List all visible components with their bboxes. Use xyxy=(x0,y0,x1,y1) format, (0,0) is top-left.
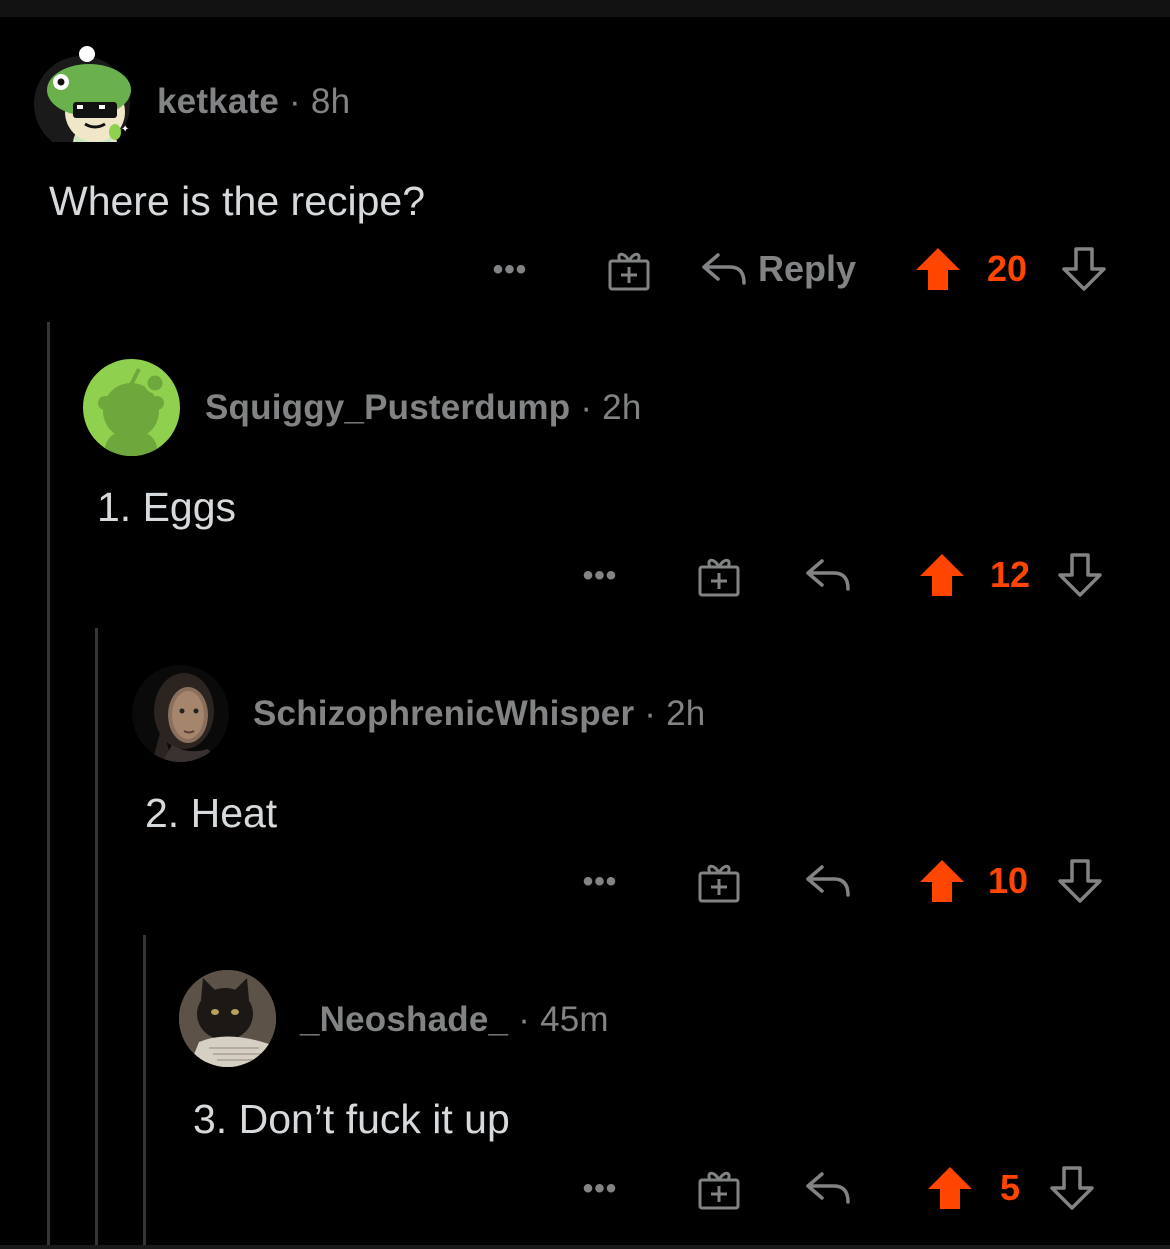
reply-arrow-icon[interactable] xyxy=(802,1165,854,1211)
gift-award-icon[interactable] xyxy=(694,858,744,906)
upvote-arrow-icon[interactable] xyxy=(916,550,968,600)
comment-body: 2. Heat xyxy=(145,790,278,836)
top-bar xyxy=(0,0,1170,17)
upvote-arrow-icon[interactable] xyxy=(912,244,964,294)
downvote-arrow-icon[interactable] xyxy=(1046,1163,1098,1213)
comment-meta: SchizophrenicWhisper · 2h xyxy=(253,694,705,734)
reply-label: Reply xyxy=(758,248,857,289)
comment-body: 3. Don’t fuck it up xyxy=(193,1096,510,1142)
gift-award-icon[interactable] xyxy=(694,552,744,600)
more-options-icon[interactable]: ••• xyxy=(486,252,534,288)
more-options-icon[interactable]: ••• xyxy=(576,558,624,594)
reply-button[interactable]: Reply xyxy=(700,244,870,294)
gift-award-icon[interactable] xyxy=(694,1165,744,1213)
timestamp: 45m xyxy=(540,1000,609,1039)
svg-text:✦: ✦ xyxy=(121,124,129,135)
username[interactable]: SchizophrenicWhisper xyxy=(253,694,634,733)
comment-meta: Squiggy_Pusterdump · 2h xyxy=(205,388,642,428)
gift-award-icon[interactable] xyxy=(604,246,654,294)
thread-line-level-1[interactable] xyxy=(47,322,50,1249)
comment-body: 1. Eggs xyxy=(97,484,237,530)
thread-line-level-3[interactable] xyxy=(143,935,146,1249)
comment-body: Where is the recipe? xyxy=(49,178,426,224)
more-options-icon[interactable]: ••• xyxy=(576,1171,624,1207)
vote-score: 5 xyxy=(1000,1167,1021,1208)
meta-separator: · xyxy=(518,1000,531,1039)
vote-score: 20 xyxy=(987,248,1028,289)
vote-score: 10 xyxy=(988,860,1029,901)
meta-separator: · xyxy=(580,388,593,427)
upvote-arrow-icon[interactable] xyxy=(916,856,968,906)
avatar[interactable] xyxy=(83,359,180,456)
avatar[interactable] xyxy=(179,970,276,1067)
meta-separator: · xyxy=(289,82,301,121)
meta-separator: · xyxy=(644,694,657,733)
timestamp: 2h xyxy=(602,388,642,427)
username[interactable]: _Neoshade_ xyxy=(300,1000,508,1039)
reply-arrow-icon[interactable] xyxy=(802,552,854,598)
bottom-bar xyxy=(0,1245,1170,1249)
username[interactable]: Squiggy_Pusterdump xyxy=(205,388,570,427)
comment-meta: ketkate · 8h xyxy=(157,82,350,122)
downvote-arrow-icon[interactable] xyxy=(1054,856,1106,906)
reply-arrow-icon xyxy=(702,253,746,285)
timestamp: 8h xyxy=(310,82,351,121)
thread-line-level-2[interactable] xyxy=(95,628,98,1249)
reply-arrow-icon[interactable] xyxy=(802,858,854,904)
vote-score: 12 xyxy=(990,554,1031,595)
timestamp: 2h xyxy=(666,694,706,733)
upvote-arrow-icon[interactable] xyxy=(924,1163,976,1213)
downvote-arrow-icon[interactable] xyxy=(1054,550,1106,600)
username[interactable]: ketkate xyxy=(157,82,279,121)
comment-meta: _Neoshade_ · 45m xyxy=(300,1000,609,1040)
more-options-icon[interactable]: ••• xyxy=(576,864,624,900)
avatar[interactable] xyxy=(132,665,229,762)
avatar[interactable]: ✦ xyxy=(33,46,131,150)
downvote-arrow-icon[interactable] xyxy=(1058,244,1110,294)
